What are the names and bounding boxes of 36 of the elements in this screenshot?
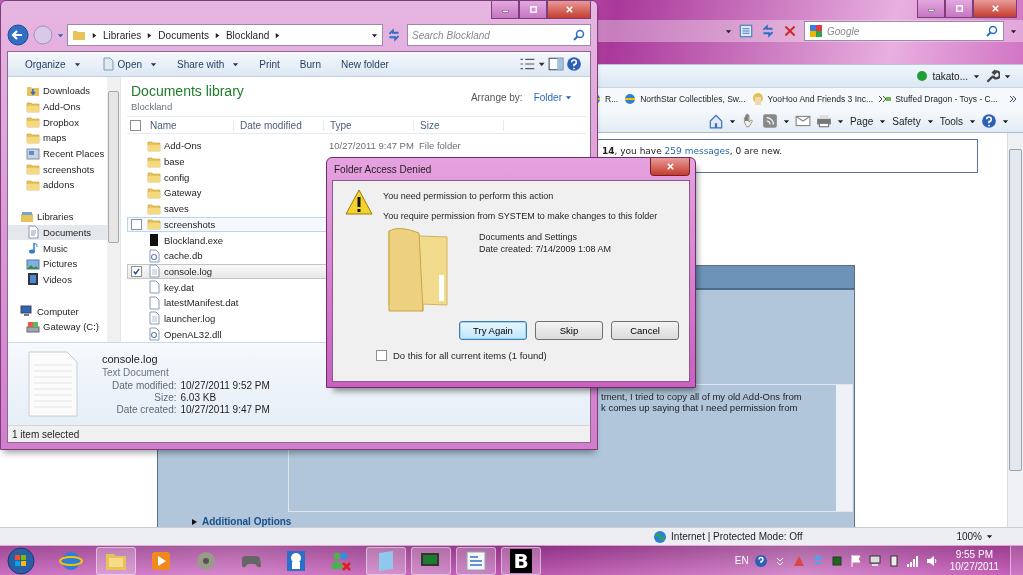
file-name: Blockland.exe [164, 234, 224, 246]
file-name: config [164, 171, 190, 183]
file-name: cache.db [164, 250, 203, 262]
dialog-message: You require permission from SYSTEM to make changes to this folder [383, 211, 658, 221]
property-value: 10/27/2011 9:52 PM [180, 380, 270, 391]
security-zone-label: Internet | Protected Mode: Off [671, 531, 803, 542]
dialog-title: Folder Access Denied [334, 163, 432, 175]
file-name: launcher.log [164, 312, 216, 324]
message-text-line: tment, I tried to copy all of my old Add-Ons from [601, 391, 803, 402]
property-value: 10/27/2011 9:47 PM [180, 404, 270, 415]
arrange-by-label: Arrange by: [470, 92, 523, 103]
property-label: Size: [153, 392, 177, 403]
library-title: Documents library [131, 83, 244, 99]
letter-b-icon: B [510, 548, 532, 573]
message-text-line: k comes up saying that I need permission from [601, 402, 799, 413]
property-label: Date modified: [112, 380, 177, 391]
file-name: console.log [102, 353, 159, 365]
file-name: base [164, 156, 185, 168]
property-value: 6.03 KB [180, 392, 218, 403]
date-modified-cell: 10/27/2011 9:47 PM [329, 140, 414, 152]
folder-name: Documents and Settings [479, 231, 579, 243]
status-text: 1 item selected [12, 428, 80, 440]
file-name: screenshots [164, 218, 216, 230]
file-name: Add-Ons [164, 140, 202, 152]
dialog-heading: You need permission to perform this action [383, 191, 555, 201]
library-subtitle: Blockland [131, 101, 174, 112]
file-type: Text Document [102, 367, 170, 378]
file-name: OpenAL32.dll [164, 328, 222, 340]
folder-date: Date created: 7/14/2009 1:08 AM [479, 243, 612, 255]
file-name: key.dat [164, 281, 194, 293]
file-name: saves [164, 203, 189, 215]
file-name: latestManifest.dat [164, 297, 239, 309]
property-label: Date created: [115, 404, 177, 415]
file-name: Gateway [164, 187, 202, 199]
file-name: console.log [164, 265, 213, 277]
type-cell: File folder [419, 140, 461, 152]
